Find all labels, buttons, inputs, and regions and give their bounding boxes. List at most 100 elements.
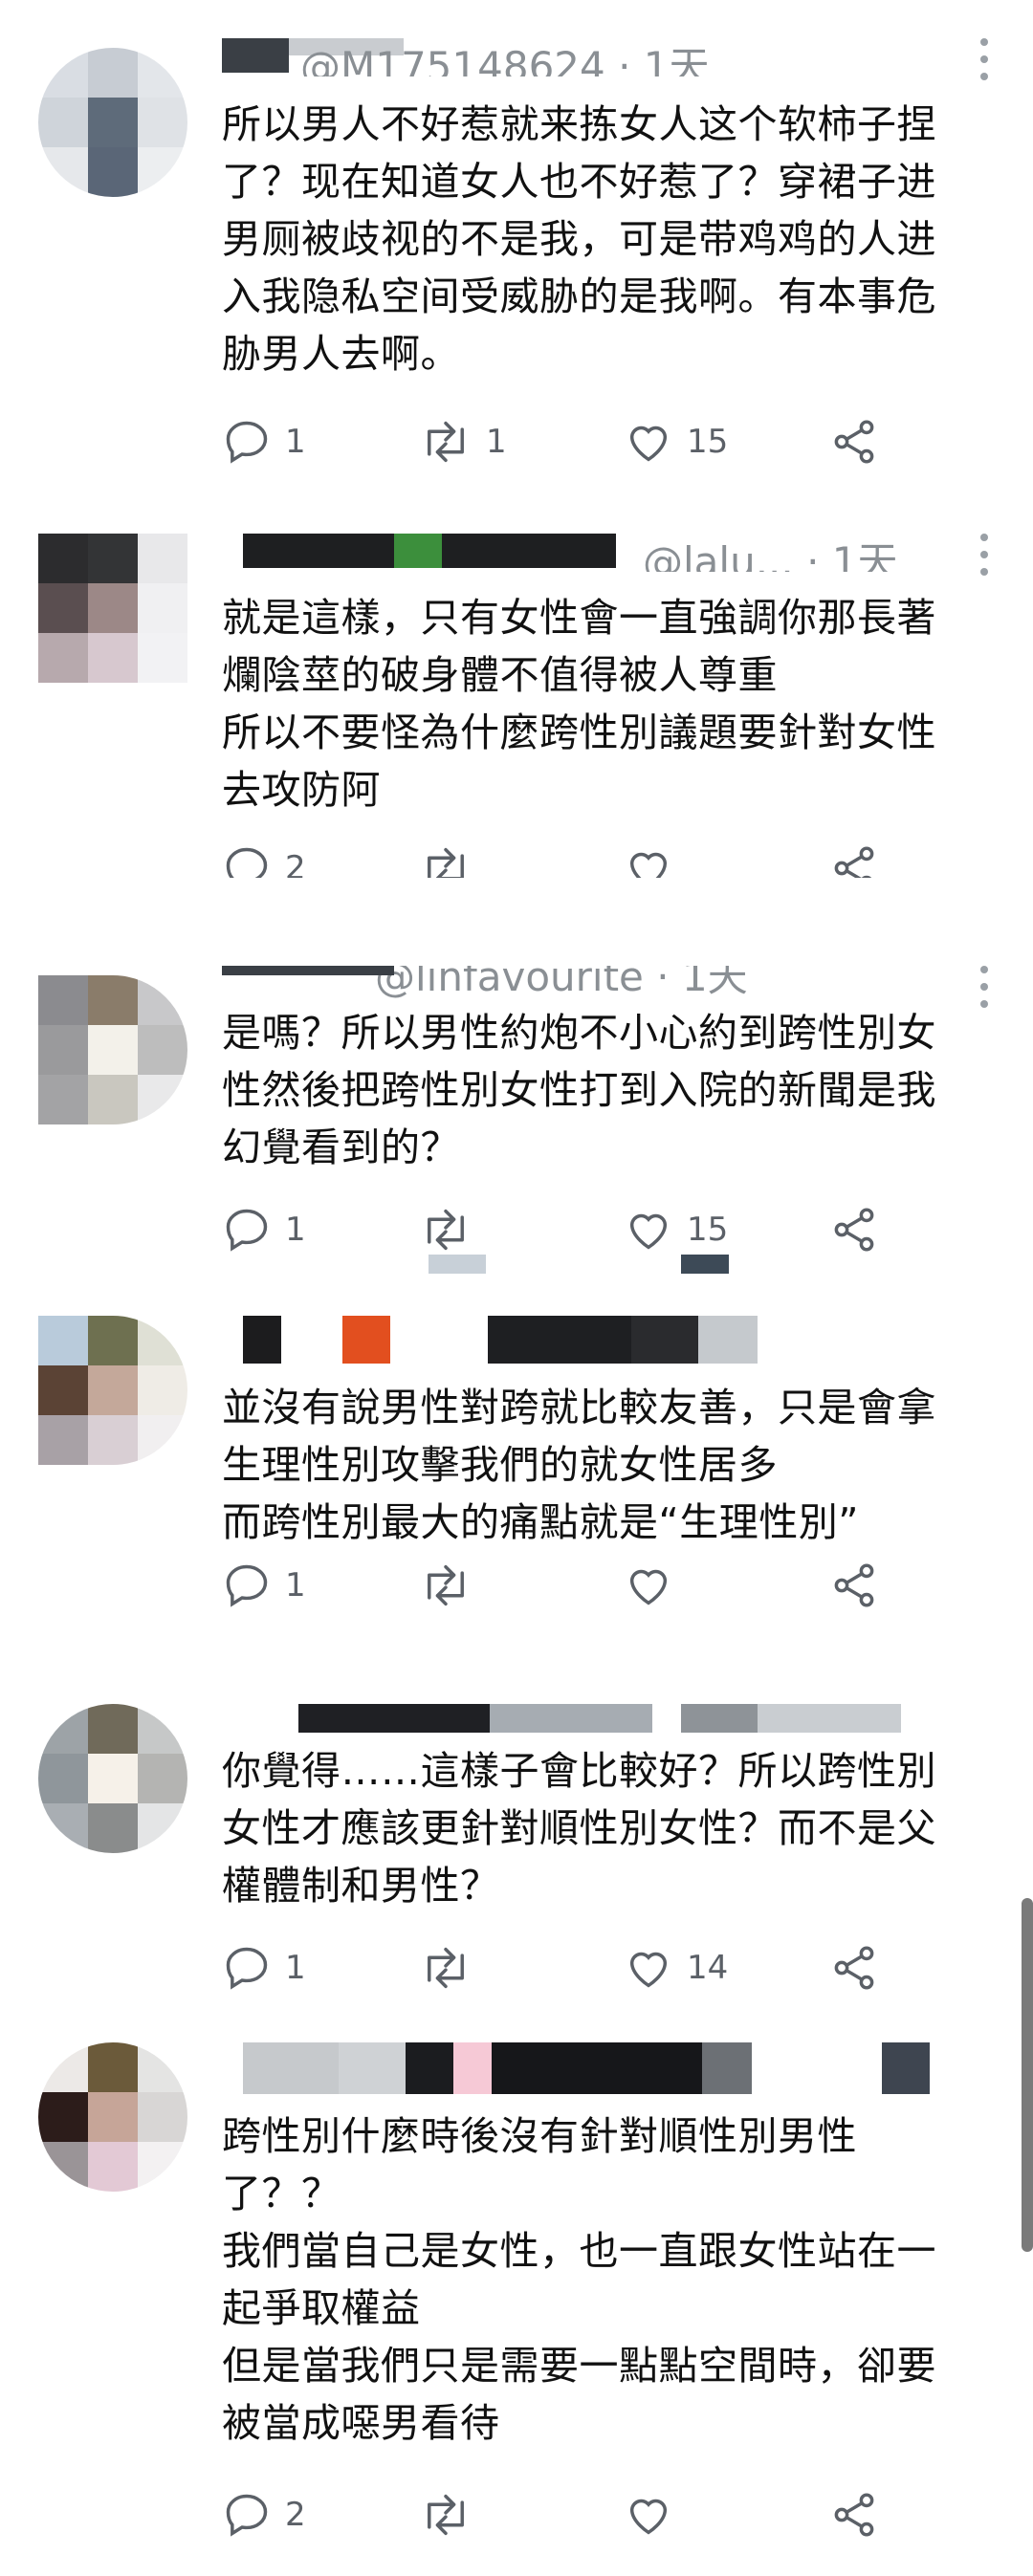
reply-icon: [226, 1564, 268, 1607]
tweet-text: 就是這樣，只有女性會一直強調你那長著 爛陰莖的破身體不值得被人尊重 所以不要怪為…: [222, 595, 936, 813]
like-count: 14: [687, 1949, 729, 1987]
heart-icon: [629, 426, 668, 462]
avatar[interactable]: [38, 1316, 187, 1465]
more-icon[interactable]: [978, 534, 991, 576]
tweet-5[interactable]: 你覺得……這樣子會比較好？所以跨性別 女性才應該更針對順性別女性？而不是父 權體…: [0, 1704, 1033, 2048]
reply-count: 1: [285, 1949, 306, 1987]
like-button[interactable]: 14: [624, 1939, 728, 1997]
username-blurred[interactable]: [298, 1704, 490, 1733]
heart-icon: [629, 1569, 668, 1605]
more-icon[interactable]: [978, 38, 991, 80]
tweet-4[interactable]: 並沒有說男性對跨就比較友善，只是會拿 生理性別攻擊我們的就女性居多 而跨性別最大…: [0, 1316, 1033, 1660]
tweet-text: 跨性別什麼時後沒有針對順性別男性 了？？ 我們當自己是女性，也一直跟女性站在一 …: [222, 2113, 936, 2446]
username-blurred[interactable]: [243, 1316, 281, 1364]
like-button[interactable]: [624, 1557, 673, 1614]
tweet-header: @linfavourite · 1天: [222, 966, 949, 1004]
heart-icon: [629, 1952, 668, 1988]
share-button[interactable]: [829, 1939, 879, 1997]
like-button[interactable]: [624, 840, 673, 878]
share-icon: [834, 420, 874, 464]
reply-count: 1: [285, 423, 306, 461]
tweet-2[interactable]: @lalu... · 1天 就是這樣，只有女性會一直強調你那長著 爛陰莖的破身體…: [0, 534, 1033, 916]
reply-icon: [226, 1209, 268, 1252]
username-blurred[interactable]: [222, 966, 394, 975]
reply-button[interactable]: 1: [222, 413, 306, 470]
reply-button[interactable]: 2: [222, 2486, 306, 2543]
share-button[interactable]: [829, 2486, 879, 2543]
tweet-header: [222, 1316, 949, 1364]
retweet-button[interactable]: [419, 1557, 473, 1614]
heart-icon: [629, 1213, 668, 1250]
tweet-actions: 1 15: [222, 1201, 891, 1258]
share-button[interactable]: [829, 413, 879, 470]
like-button[interactable]: 15: [624, 1201, 728, 1258]
reply-icon: [226, 1947, 268, 1990]
avatar[interactable]: [38, 534, 187, 683]
share-icon: [834, 1208, 874, 1252]
user-handle[interactable]: @lalu... · 1天: [643, 534, 898, 572]
retweet-button[interactable]: 1: [419, 413, 507, 470]
tweet-header: @M175148624 · 1天: [222, 38, 949, 76]
retweet-icon: [428, 1209, 464, 1251]
share-button[interactable]: [829, 1557, 879, 1614]
reply-count: 1: [285, 1211, 306, 1249]
like-button[interactable]: 15: [624, 413, 728, 470]
avatar[interactable]: [38, 975, 187, 1124]
reply-button[interactable]: 2: [222, 840, 306, 878]
reply-icon: [226, 2494, 268, 2537]
tweet-actions: 1 1 15: [222, 413, 891, 470]
user-handle[interactable]: @linfavourite · 1天: [375, 966, 748, 1003]
reply-count: 2: [285, 2496, 306, 2534]
retweet-button[interactable]: [419, 2486, 473, 2543]
tweet-1[interactable]: @M175148624 · 1天 所以男人不好惹就来拣女人这个软柿子捏 了？现在…: [0, 38, 1033, 478]
retweet-icon: [428, 1947, 464, 1989]
reply-icon: [226, 421, 268, 464]
tweet-3[interactable]: @linfavourite · 1天 是嗎？所以男性約炮不小心約到跨性別女 性然…: [0, 966, 1033, 1291]
blur-patch: [429, 1255, 486, 1274]
user-handle[interactable]: @M175148624 · 1天: [300, 38, 710, 76]
reply-icon: [226, 847, 268, 878]
tweet-text: 所以男人不好惹就来拣女人这个软柿子捏 了？现在知道女人也不好惹了？穿裙子进 男厕…: [222, 101, 936, 377]
avatar[interactable]: [38, 1704, 187, 1853]
scrollbar[interactable]: [1022, 1898, 1033, 2252]
tweet-text: 是嗎？所以男性約炮不小心約到跨性別女 性然後把跨性別女性打到入院的新聞是我 幻覺…: [222, 1010, 936, 1170]
share-button[interactable]: [829, 1201, 879, 1258]
retweet-button[interactable]: [419, 1939, 473, 1997]
tweet-header: [222, 1704, 949, 1742]
retweet-icon: [428, 847, 464, 878]
tweet-text: 你覺得……這樣子會比較好？所以跨性別 女性才應該更針對順性別女性？而不是父 權體…: [222, 1748, 936, 1909]
blur-patch: [681, 1255, 729, 1274]
tweet-text: 並沒有說男性對跨就比較友善，只是會拿 生理性別攻擊我們的就女性居多 而跨性別最大…: [222, 1385, 936, 1545]
more-icon[interactable]: [978, 966, 991, 1008]
share-icon: [834, 1946, 874, 1990]
share-icon: [834, 846, 874, 878]
heart-icon: [629, 2499, 668, 2535]
retweet-button[interactable]: [419, 840, 473, 878]
reply-count: 2: [285, 849, 306, 878]
reply-button[interactable]: 1: [222, 1201, 306, 1258]
retweet-button[interactable]: [419, 1201, 473, 1258]
tweet-actions: 2: [222, 840, 891, 878]
tweet-actions: 1: [222, 1557, 891, 1614]
reply-button[interactable]: 1: [222, 1557, 306, 1614]
reply-button[interactable]: 1: [222, 1939, 306, 1997]
reply-count: 1: [285, 1566, 306, 1605]
retweet-icon: [428, 1564, 464, 1606]
username-blurred[interactable]: [222, 38, 289, 73]
share-icon: [834, 1563, 874, 1607]
like-count: 15: [687, 1211, 729, 1249]
share-button[interactable]: [829, 840, 879, 878]
avatar[interactable]: [38, 2042, 187, 2192]
tweet-header: [222, 2042, 949, 2094]
retweet-icon: [428, 2494, 464, 2536]
tweet-actions: 1 14: [222, 1939, 891, 1997]
tweet-6[interactable]: 跨性別什麼時後沒有針對順性別男性 了？？ 我們當自己是女性，也一直跟女性站在一 …: [0, 2042, 1033, 2568]
username-blurred[interactable]: [406, 2042, 453, 2094]
share-icon: [834, 2493, 874, 2537]
avatar[interactable]: [38, 48, 187, 197]
retweet-count: 1: [486, 423, 507, 461]
like-button[interactable]: [624, 2486, 673, 2543]
tweet-actions: 2: [222, 2486, 891, 2543]
retweet-icon: [428, 421, 464, 463]
heart-icon: [629, 852, 668, 878]
